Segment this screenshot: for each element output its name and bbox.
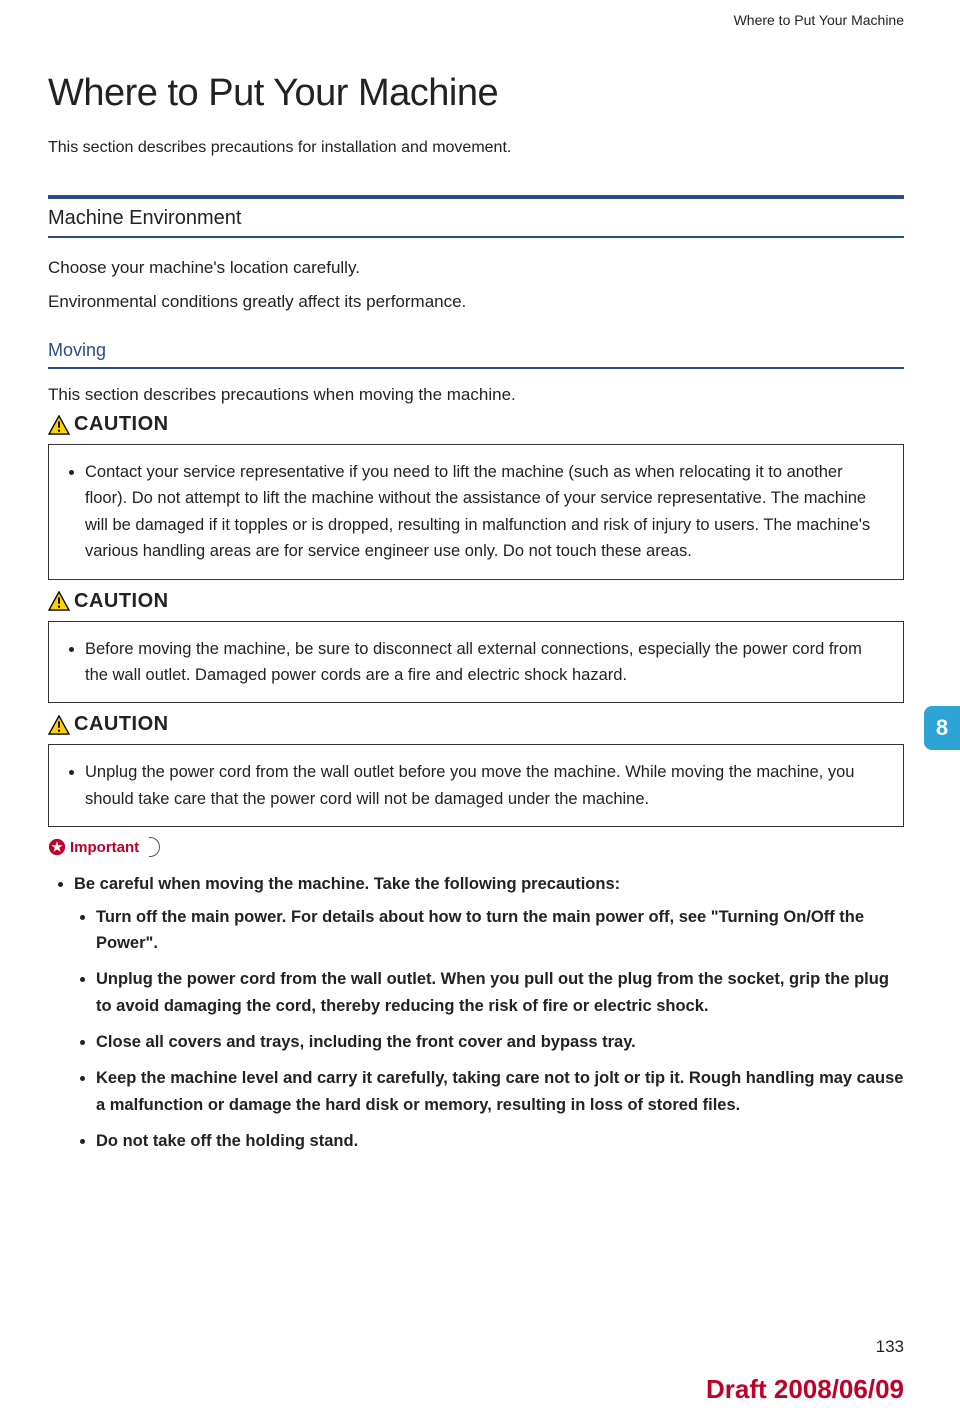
- section-rule: [48, 236, 904, 238]
- important-header: Important: [48, 837, 904, 857]
- running-header: Where to Put Your Machine: [48, 12, 904, 28]
- chapter-tab: 8: [924, 706, 960, 750]
- page-title: Where to Put Your Machine: [48, 72, 904, 115]
- body-text: Choose your machine's location carefully…: [48, 258, 904, 278]
- important-lead: Be careful when moving the machine. Take…: [74, 871, 904, 1155]
- warning-triangle-icon: [48, 415, 70, 435]
- body-text: This section describes precautions when …: [48, 385, 904, 405]
- caution-label: CAUTION: [74, 713, 169, 736]
- draft-watermark: Draft 2008/06/09: [706, 1374, 904, 1405]
- caution-box: Before moving the machine, be sure to di…: [48, 621, 904, 704]
- warning-triangle-icon: [48, 591, 70, 611]
- caution-item: Unplug the power cord from the wall outl…: [85, 759, 885, 812]
- caution-header: CAUTION: [48, 713, 904, 736]
- body-text: Environmental conditions greatly affect …: [48, 292, 904, 312]
- important-item: Unplug the power cord from the wall outl…: [96, 966, 904, 1019]
- important-item: Do not take off the holding stand.: [96, 1128, 904, 1154]
- section-rule: [48, 195, 904, 199]
- caution-header: CAUTION: [48, 590, 904, 613]
- page-number: 133: [876, 1337, 904, 1357]
- important-bubble: [149, 837, 160, 857]
- caution-item: Contact your service representative if y…: [85, 459, 885, 565]
- section-heading-environment: Machine Environment: [48, 207, 904, 230]
- star-circle-icon: [48, 838, 66, 856]
- caution-box: Contact your service representative if y…: [48, 444, 904, 580]
- important-label: Important: [70, 839, 149, 856]
- subsection-heading-moving: Moving: [48, 340, 904, 361]
- caution-item: Before moving the machine, be sure to di…: [85, 636, 885, 689]
- section-rule: [48, 367, 904, 369]
- caution-label: CAUTION: [74, 413, 169, 436]
- important-item: Turn off the main power. For details abo…: [96, 904, 904, 957]
- warning-triangle-icon: [48, 715, 70, 735]
- important-item: Keep the machine level and carry it care…: [96, 1065, 904, 1118]
- intro-text: This section describes precautions for i…: [48, 139, 904, 157]
- caution-header: CAUTION: [48, 413, 904, 436]
- important-lead-text: Be careful when moving the machine. Take…: [74, 875, 620, 893]
- caution-box: Unplug the power cord from the wall outl…: [48, 744, 904, 827]
- important-list: Be careful when moving the machine. Take…: [48, 871, 904, 1155]
- caution-label: CAUTION: [74, 590, 169, 613]
- important-item: Close all covers and trays, including th…: [96, 1029, 904, 1055]
